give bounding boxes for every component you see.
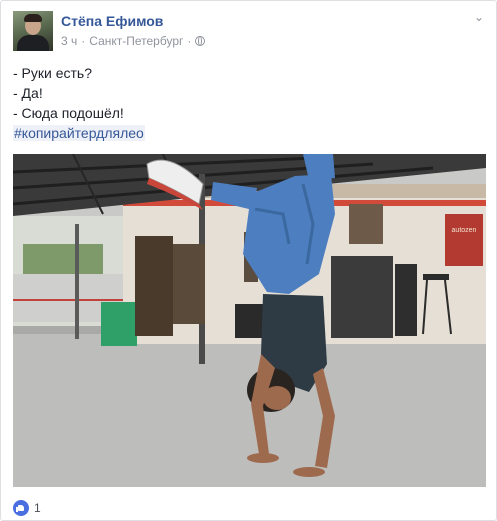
reaction-count[interactable]: 1 (34, 501, 41, 515)
post-line: - Руки есть? (13, 65, 93, 81)
chevron-down-icon[interactable]: ⌄ (471, 11, 487, 23)
hand-left (247, 453, 279, 463)
post-line: - Да! (13, 85, 43, 101)
post-meta: 3 ч · Санкт-Петербург · (61, 34, 206, 48)
hashtag-link[interactable]: #копирайтердлялео (13, 125, 145, 141)
blackboard (331, 256, 393, 338)
post-time[interactable]: 3 ч (61, 34, 77, 48)
doorway-inner (173, 244, 205, 324)
reactions-bar[interactable]: 1 (13, 500, 41, 516)
globe-icon[interactable] (195, 36, 206, 46)
doorway (135, 236, 173, 336)
post-location[interactable]: Санкт-Петербург (89, 34, 183, 48)
floor (13, 324, 486, 487)
window (349, 204, 383, 244)
avatar-body (17, 35, 49, 51)
author-name[interactable]: Стёпа Ефимов (61, 13, 163, 29)
meta-separator-2: · (187, 34, 192, 48)
like-icon[interactable] (13, 500, 29, 516)
avatar-hair (24, 14, 42, 22)
post-text: - Руки есть? - Да! - Сюда подошёл! #копи… (13, 63, 145, 143)
avatar[interactable] (13, 11, 53, 51)
meta-separator: · (81, 34, 86, 48)
post-line: - Сюда подошёл! (13, 105, 124, 121)
hand-right (293, 467, 325, 477)
sign-text: autozen (452, 227, 477, 234)
pole-left (75, 224, 79, 339)
shelf (395, 264, 417, 336)
green-box (101, 302, 137, 346)
post-card: Стёпа Ефимов 3 ч · Санкт-Петербург · ⌄ -… (0, 0, 497, 521)
photo-illustration: autozen (13, 154, 486, 487)
stool-seat (423, 274, 449, 280)
sign (445, 214, 483, 266)
post-photo[interactable]: autozen (13, 154, 486, 487)
